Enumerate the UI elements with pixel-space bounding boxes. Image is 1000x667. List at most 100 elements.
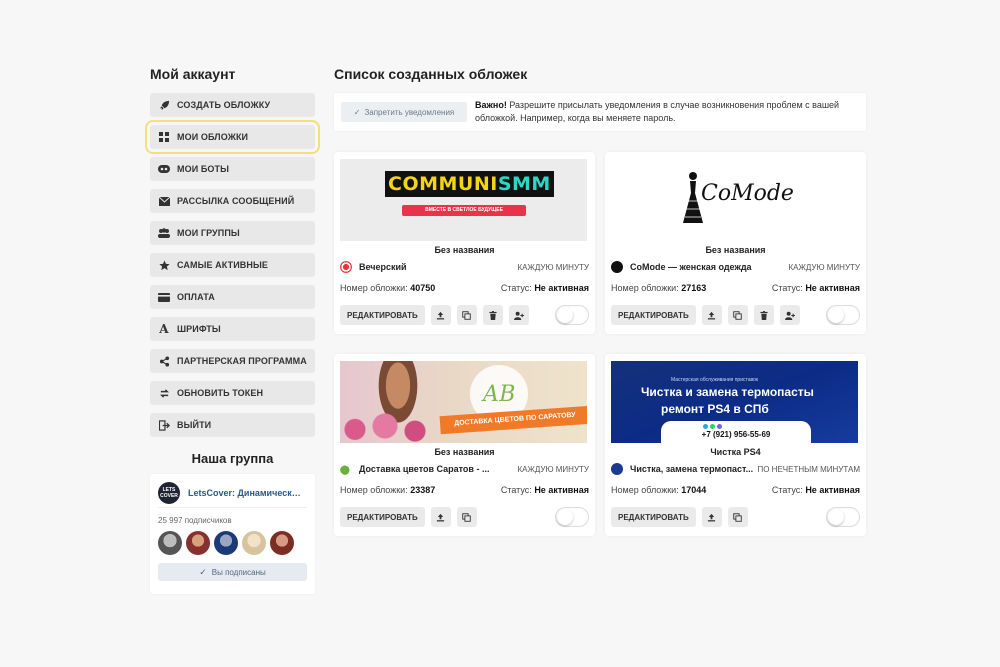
trash-icon — [489, 310, 497, 320]
avatar[interactable] — [270, 531, 294, 555]
upload-button[interactable] — [701, 305, 722, 325]
menu-item-label: ВЫЙТИ — [177, 420, 212, 430]
copy-button[interactable] — [456, 507, 477, 527]
menu-item-most-active[interactable]: САМЫЕ АКТИВНЫЕ — [150, 253, 315, 277]
add-user-icon — [784, 311, 795, 320]
cover-number-value: 23387 — [410, 485, 436, 495]
avatar[interactable] — [214, 531, 238, 555]
status-value: Не активная — [534, 485, 589, 495]
upload-button[interactable] — [430, 305, 451, 325]
group-name[interactable]: CoMode — женская одежда — [630, 262, 770, 272]
delete-button[interactable] — [482, 305, 503, 325]
cover-info-row: Номер обложки: 40750 Статус: Не активная — [340, 283, 589, 293]
add-user-icon — [513, 311, 524, 320]
menu-item-logout[interactable]: ВЫЙТИ — [150, 413, 315, 437]
cover-contact-bar: +7 (921) 956-55-69 — [661, 421, 811, 443]
check-icon: ✓ — [199, 566, 207, 577]
menu-item-label: ПАРТНЕРСКАЯ ПРОГРАММА — [177, 356, 307, 366]
leaf-icon — [340, 463, 352, 475]
active-toggle[interactable] — [826, 507, 860, 527]
cover-actions: РЕДАКТИРОВАТЬ — [611, 507, 860, 527]
cover-small-text: Мастерская обслуживания приставок — [671, 377, 759, 383]
page-title: Список созданных обложек — [334, 66, 528, 82]
cover-name: Без названия — [705, 245, 766, 255]
avatar[interactable] — [186, 531, 210, 555]
status-value: Не активная — [534, 283, 589, 293]
cover-group-row: Чистка, замена термопаст... ПО НЕЧЕТНЫМ … — [611, 463, 860, 475]
upload-button[interactable] — [701, 507, 722, 527]
copy-button[interactable] — [456, 305, 477, 325]
edit-button[interactable]: РЕДАКТИРОВАТЬ — [611, 507, 696, 527]
cover-preview[interactable]: CoMode — [611, 159, 858, 241]
menu-item-refresh-token[interactable]: ОБНОВИТЬ ТОКЕН — [150, 381, 315, 405]
disable-notifications-button[interactable]: ✓ Запретить уведомления — [341, 102, 467, 122]
add-user-button[interactable] — [508, 305, 529, 325]
group-widget: LETS COVER LetsCover: Динамические облож… — [150, 474, 315, 594]
avatar[interactable] — [158, 531, 182, 555]
grid-icon — [158, 131, 170, 143]
menu-item-my-groups[interactable]: МОИ ГРУППЫ — [150, 221, 315, 245]
copy-button[interactable] — [727, 305, 748, 325]
menu-item-my-covers[interactable]: МОИ ОБЛОЖКИ — [145, 120, 320, 154]
menu-item-create-cover[interactable]: СОЗДАТЬ ОБЛОЖКУ — [150, 93, 315, 117]
logout-icon — [158, 419, 170, 431]
cover-preview[interactable]: АВ ДОСТАВКА ЦВЕТОВ ПО САРАТОВУ — [340, 361, 587, 443]
group-name-link[interactable]: LetsCover: Динамические обложки — [188, 488, 303, 498]
copy-icon — [462, 512, 471, 522]
edit-button[interactable]: РЕДАКТИРОВАТЬ — [611, 305, 696, 325]
sidebar-title: Мой аккаунт — [150, 66, 236, 82]
edit-button[interactable]: РЕДАКТИРОВАТЬ — [340, 305, 425, 325]
avatar[interactable] — [242, 531, 266, 555]
font-icon: A — [159, 322, 169, 336]
group-icon — [340, 261, 352, 273]
active-toggle[interactable] — [555, 305, 589, 325]
menu-item-label: РАССЫЛКА СООБЩЕНИЙ — [177, 196, 295, 206]
cover-group-row: Доставка цветов Саратов - ... КАЖДУЮ МИН… — [340, 463, 589, 475]
cover-actions: РЕДАКТИРОВАТЬ — [611, 305, 860, 325]
upload-icon — [437, 311, 445, 319]
sidebar: Мой аккаунт СОЗДАТЬ ОБЛОЖКУ МОИ ОБЛОЖКИ … — [145, 64, 320, 594]
menu-item-fonts[interactable]: A ШРИФТЫ — [150, 317, 315, 341]
upload-button[interactable] — [430, 507, 451, 527]
upload-icon — [708, 311, 716, 319]
cover-name: Без названия — [434, 447, 495, 457]
copy-button[interactable] — [727, 507, 748, 527]
menu-item-my-bots[interactable]: МОИ БОТЫ — [150, 157, 315, 181]
disable-notifications-label: Запретить уведомления — [364, 107, 455, 117]
cover-status: Статус: Не активная — [501, 485, 589, 495]
rocket-icon — [158, 99, 170, 111]
delete-button[interactable] — [753, 305, 774, 325]
subscribed-button[interactable]: ✓ Вы подписаны — [158, 563, 307, 581]
cover-number: Номер обложки: 17044 — [611, 485, 706, 495]
group-name[interactable]: Вечерский — [359, 262, 499, 272]
telegram-icon — [703, 424, 708, 429]
cover-phone: +7 (921) 956-55-69 — [701, 430, 771, 439]
notice-body: Разрешите присылать уведомления в случае… — [475, 100, 840, 123]
cover-status: Статус: Не активная — [501, 283, 589, 293]
upload-icon — [708, 513, 716, 521]
edit-button[interactable]: РЕДАКТИРОВАТЬ — [340, 507, 425, 527]
update-frequency: КАЖДУЮ МИНУТУ — [788, 262, 860, 272]
cover-actions: РЕДАКТИРОВАТЬ — [340, 305, 589, 325]
cover-number-label: Номер обложки: — [340, 283, 408, 293]
card-icon — [158, 291, 170, 303]
menu-item-payment[interactable]: ОПЛАТА — [150, 285, 315, 309]
group-icon — [611, 463, 623, 475]
menu-item-label: ОПЛАТА — [177, 292, 215, 302]
group-name[interactable]: Чистка, замена термопаст... — [630, 464, 757, 474]
menu-item-label: ШРИФТЫ — [177, 324, 221, 334]
cover-preview[interactable]: Мастерская обслуживания приставок Чистка… — [611, 361, 858, 443]
menu-item-partner-program[interactable]: ПАРТНЕРСКАЯ ПРОГРАММА — [150, 349, 315, 373]
cover-preview[interactable]: COMMUNI SMM ВМЕСТЕ В СВЕТЛОЕ БУДУЩЕЕ — [340, 159, 587, 241]
add-user-button[interactable] — [779, 305, 800, 325]
brand-part: COMMUNI — [388, 173, 498, 195]
menu-item-mailing[interactable]: РАССЫЛКА СООБЩЕНИЙ — [150, 189, 315, 213]
menu-item-label: МОИ ОБЛОЖКИ — [177, 132, 249, 142]
menu-item-label: МОИ ГРУППЫ — [177, 228, 240, 238]
upload-icon — [437, 513, 445, 521]
active-toggle[interactable] — [826, 305, 860, 325]
group-name[interactable]: Доставка цветов Саратов - ... — [359, 464, 499, 474]
cover-number-value: 17044 — [681, 485, 707, 495]
active-toggle[interactable] — [555, 507, 589, 527]
copy-icon — [462, 310, 471, 320]
